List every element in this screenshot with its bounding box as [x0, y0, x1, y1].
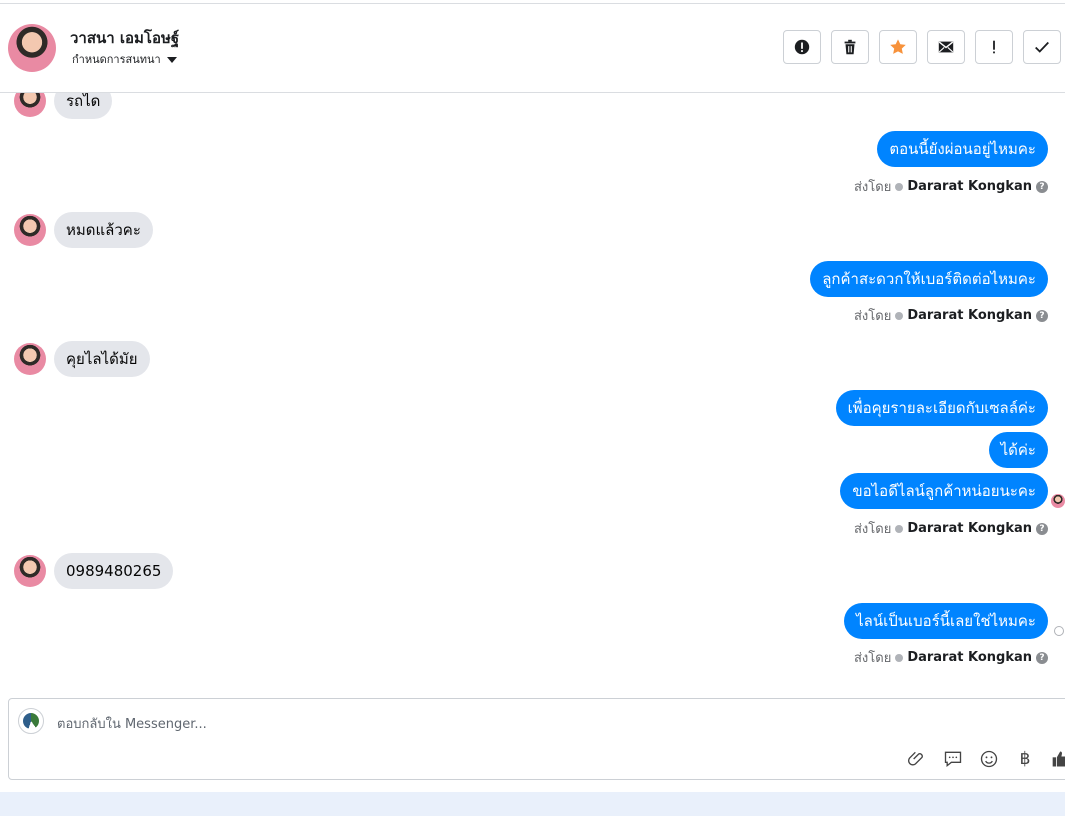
attachment-button[interactable] [905, 747, 929, 771]
sent-by-prefix: ส่งโดย [853, 180, 892, 195]
done-icon [1035, 41, 1049, 53]
help-icon[interactable]: ? [1036, 651, 1048, 664]
baht-icon: ฿ [1019, 749, 1031, 769]
caret-down-icon [166, 57, 177, 63]
message-bubble: 0989480265 [54, 553, 174, 589]
message-bubble: รถได [54, 93, 113, 119]
outgoing-message-bubble: ตอนนี้ยังผ่อนอยู่ไหมคะ [877, 131, 1048, 167]
incoming-message: คุยไลได้มัย [14, 341, 150, 377]
assign-label: กำหนดการสนทนา [72, 53, 161, 66]
incoming-message: รถได [14, 93, 113, 119]
payment-button[interactable]: ฿ [1013, 747, 1037, 771]
trash-icon [844, 39, 856, 55]
incoming-message: หมดแล้วคะ [14, 212, 153, 248]
like-button[interactable] [1049, 747, 1065, 771]
chat-bubble-icon [944, 751, 962, 768]
sent-by-prefix: ส่งโดย [853, 522, 892, 537]
contact-avatar-small [14, 214, 46, 246]
mark-unread-button[interactable] [927, 30, 965, 64]
sender-dot-icon [895, 524, 904, 533]
mark-spam-button[interactable] [783, 30, 821, 64]
sender-dot-icon [895, 653, 904, 662]
sent-by-agent[interactable]: Dararat Kongkan [907, 179, 1032, 194]
sent-by-label: ส่งโดย Dararat Kongkan ? [854, 176, 1048, 197]
sent-by-agent[interactable]: Dararat Kongkan [907, 308, 1032, 323]
sender-dot-icon [895, 311, 904, 320]
page-avatar [18, 708, 44, 734]
outgoing-message-bubble: ไลน์เป็นเบอร์นี้เลยใช่ไหมคะ [844, 603, 1048, 639]
mark-done-button[interactable] [1023, 30, 1061, 64]
sent-by-prefix: ส่งโดย [853, 309, 892, 324]
reply-composer[interactable]: ตอบกลับใน Messenger... ฿ [8, 698, 1065, 780]
sent-by-prefix: ส่งโดย [853, 651, 892, 666]
footer-bar [0, 792, 1065, 816]
sent-by-label: ส่งโดย Dararat Kongkan ? [854, 305, 1048, 326]
emoji-button[interactable] [977, 747, 1001, 771]
message-bubble: คุยไลได้มัย [54, 341, 150, 377]
star-icon [890, 39, 906, 54]
outgoing-message-bubble: ลูกค้าสะดวกให้เบอร์ติดต่อไหมคะ [810, 261, 1048, 297]
paperclip-icon [908, 751, 923, 766]
envelope-icon [938, 41, 954, 53]
assign-conversation-dropdown[interactable]: กำหนดการสนทนา [72, 50, 177, 68]
star-button[interactable] [879, 30, 917, 64]
reply-input[interactable]: ตอบกลับใน Messenger... [57, 713, 207, 734]
sender-dot-icon [895, 182, 904, 191]
sent-check-icon [1054, 626, 1064, 636]
composer-toolbar: ฿ [905, 747, 1065, 771]
conversation-header: วาสนา เอมโอษฐ์ กำหนดการสนทนา [0, 4, 1065, 93]
help-icon[interactable]: ? [1036, 522, 1048, 535]
help-icon[interactable]: ? [1036, 309, 1048, 322]
contact-avatar-small [14, 555, 46, 587]
follow-up-icon [993, 40, 995, 54]
sent-by-label: ส่งโดย Dararat Kongkan ? [854, 647, 1048, 668]
sent-by-agent[interactable]: Dararat Kongkan [907, 521, 1032, 536]
message-bubble: หมดแล้วคะ [54, 212, 153, 248]
outgoing-message-bubble: ขอไอดีไลน์ลูกค้าหน่อยนะคะ [840, 473, 1048, 509]
outgoing-message-bubble: เพื่อคุยรายละเอียดกับเซลล์ค่ะ [835, 390, 1048, 426]
contact-avatar-small [14, 343, 46, 375]
seen-avatar-icon [1051, 494, 1065, 508]
contact-avatar-small [14, 93, 46, 117]
delete-button[interactable] [831, 30, 869, 64]
sent-by-label: ส่งโดย Dararat Kongkan ? [854, 518, 1048, 539]
outgoing-message-bubble: ได้ค่ะ [988, 432, 1048, 468]
sent-by-agent[interactable]: Dararat Kongkan [907, 650, 1032, 665]
help-icon[interactable]: ? [1036, 180, 1048, 193]
thumbs-up-icon [1052, 751, 1065, 767]
incoming-message: 0989480265 [14, 553, 174, 589]
smiley-icon [980, 750, 998, 768]
follow-up-button[interactable] [975, 30, 1013, 64]
saved-replies-button[interactable] [941, 747, 965, 771]
page-logo-icon [23, 713, 39, 729]
spam-icon [794, 39, 810, 55]
contact-name[interactable]: วาสนา เอมโอษฐ์ [70, 26, 179, 50]
contact-avatar[interactable] [8, 24, 56, 72]
message-list[interactable]: รถได ตอนนี้ยังผ่อนอยู่ไหมคะ ส่งโดย Darar… [0, 93, 1065, 697]
